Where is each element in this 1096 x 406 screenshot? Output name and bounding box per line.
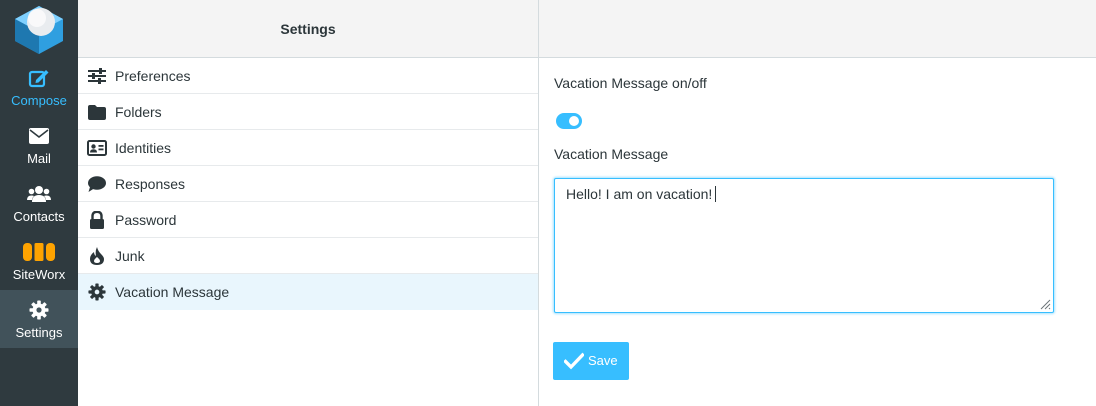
lock-icon [87, 211, 107, 229]
compose-icon [0, 66, 78, 90]
resize-grip-icon[interactable] [1039, 298, 1051, 310]
contacts-icon [0, 182, 78, 206]
nav-compose-label: Compose [11, 93, 67, 108]
nav-settings[interactable]: Settings [0, 290, 78, 348]
nav-contacts-label: Contacts [13, 209, 65, 224]
mail-icon [0, 124, 78, 148]
nav-mail[interactable]: Mail [0, 116, 78, 174]
settings-item-label: Vacation Message [115, 284, 230, 300]
settings-pane-header: Settings [78, 0, 538, 58]
toggle-knob [569, 116, 579, 126]
nav-siteworx[interactable]: SiteWorx [0, 232, 78, 290]
vacation-message-label: Vacation Message [554, 146, 669, 162]
settings-item-junk[interactable]: Junk [78, 238, 538, 274]
settings-item-responses[interactable]: Responses [78, 166, 538, 202]
checkmark-icon [564, 352, 584, 370]
settings-item-identities[interactable]: Identities [78, 130, 538, 166]
sliders-icon [87, 67, 107, 85]
siteworx-icon [0, 240, 78, 264]
content-header [539, 0, 1096, 58]
settings-item-vacation-message[interactable]: Vacation Message [78, 274, 538, 310]
settings-item-folders[interactable]: Folders [78, 94, 538, 130]
nav-mail-label: Mail [27, 151, 51, 166]
settings-item-label: Password [115, 212, 177, 228]
settings-item-label: Identities [115, 140, 172, 156]
settings-item-label: Preferences [115, 68, 191, 84]
settings-item-preferences[interactable]: Preferences [78, 58, 538, 94]
settings-list-pane: Settings Preferences Folders Identities … [78, 0, 539, 406]
vacation-message-textarea[interactable]: Hello! I am on vacation! [554, 178, 1054, 313]
settings-pane-title: Settings [280, 21, 336, 37]
settings-item-label: Responses [115, 176, 186, 192]
save-button-label: Save [588, 353, 618, 368]
vacation-toggle-label: Vacation Message on/off [554, 75, 707, 91]
nav-contacts[interactable]: Contacts [0, 174, 78, 232]
nav-siteworx-label: SiteWorx [12, 267, 66, 282]
vacation-settings-form: Vacation Message on/off Vacation Message… [539, 58, 1096, 406]
settings-item-password[interactable]: Password [78, 202, 538, 238]
gear-icon [87, 283, 107, 301]
nav-compose[interactable]: Compose [0, 58, 78, 116]
folder-icon [87, 103, 107, 121]
speech-bubble-icon [87, 175, 107, 193]
settings-item-label: Folders [115, 104, 162, 120]
save-button[interactable]: Save [553, 342, 629, 380]
id-card-icon [87, 139, 107, 157]
gear-icon [0, 298, 78, 322]
app-logo [0, 0, 78, 58]
nav-settings-label: Settings [15, 325, 63, 340]
text-caret [715, 186, 717, 202]
app-window: Compose Mail Contacts SiteWorx Settings … [0, 0, 1096, 406]
main-nav: Compose Mail Contacts SiteWorx Settings [0, 0, 78, 406]
settings-item-label: Junk [115, 248, 145, 264]
vacation-toggle[interactable] [556, 113, 582, 129]
vacation-message-text: Hello! I am on vacation! [566, 186, 713, 202]
flame-icon [87, 247, 107, 265]
